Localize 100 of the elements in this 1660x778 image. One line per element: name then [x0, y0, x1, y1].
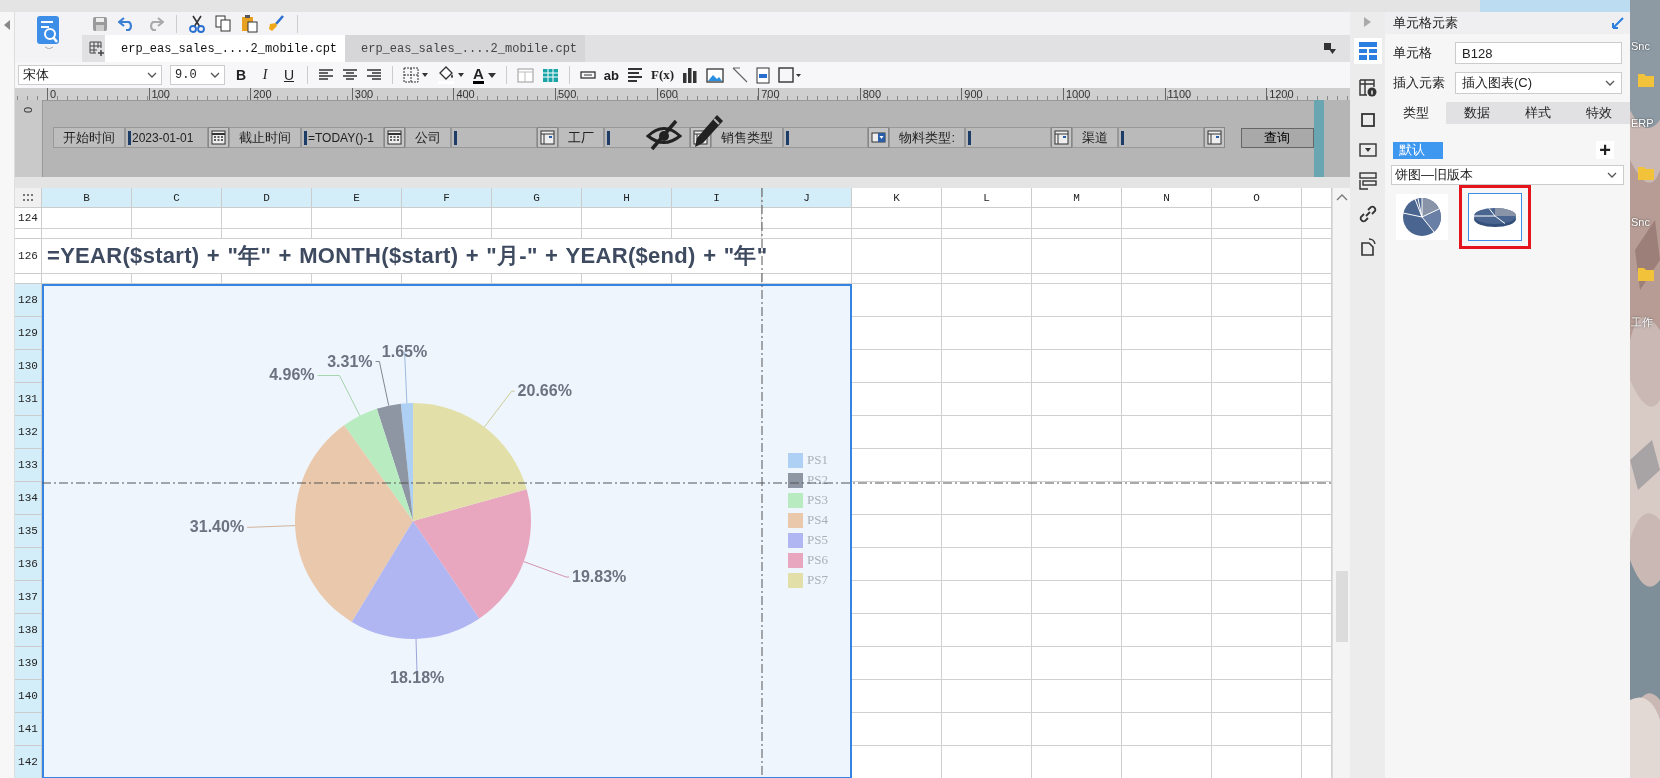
cut-icon[interactable] — [189, 14, 205, 33]
parameter-field[interactable] — [450, 127, 537, 148]
row-header[interactable]: 130 — [15, 350, 42, 383]
table-cell[interactable] — [1212, 383, 1302, 416]
table-cell[interactable] — [582, 229, 672, 239]
form-icon[interactable] — [756, 66, 771, 84]
font-color-button[interactable]: A — [473, 66, 496, 84]
text-tool-button[interactable]: ab — [603, 67, 619, 83]
link-icon[interactable] — [1358, 205, 1377, 223]
table-cell[interactable] — [1212, 680, 1302, 713]
table-cell[interactable] — [1032, 647, 1122, 680]
table-cell[interactable] — [1032, 713, 1122, 746]
table-cell[interactable] — [852, 239, 942, 274]
table-cell[interactable] — [1032, 581, 1122, 614]
table-cell[interactable] — [942, 208, 1032, 229]
table-cell[interactable] — [1122, 416, 1212, 449]
column-header[interactable]: F — [402, 188, 492, 208]
row-header[interactable]: 124 — [15, 208, 42, 229]
table-cell[interactable] — [1212, 548, 1302, 581]
bold-button[interactable]: B — [233, 67, 249, 83]
column-header[interactable]: N — [1122, 188, 1212, 208]
scroll-up-icon[interactable] — [1335, 193, 1348, 201]
table-cell[interactable] — [1122, 515, 1212, 548]
table-cell[interactable] — [942, 416, 1032, 449]
table-cell[interactable] — [222, 229, 312, 239]
table-cell[interactable] — [1212, 208, 1302, 229]
list-form-icon[interactable] — [1358, 172, 1377, 190]
row-header[interactable]: 133 — [15, 449, 42, 482]
select-all-corner[interactable] — [15, 188, 42, 208]
table-cell[interactable] — [1032, 274, 1122, 284]
table-cell[interactable] — [1032, 416, 1122, 449]
table-cell[interactable] — [672, 229, 762, 239]
column-header[interactable]: O — [1212, 188, 1302, 208]
column-header[interactable]: D — [222, 188, 312, 208]
table-cell[interactable] — [942, 284, 1032, 317]
new-sheet-icon[interactable] — [89, 40, 105, 57]
table-cell[interactable] — [1122, 614, 1212, 647]
tab-menu-icon[interactable] — [1324, 43, 1336, 54]
document-tab[interactable]: erp_eas_sales_....2_mobile.cpt — [345, 35, 585, 62]
table-cell[interactable] — [852, 208, 942, 229]
frame-icon[interactable] — [1359, 112, 1376, 128]
table-cell[interactable] — [1122, 647, 1212, 680]
table-cell[interactable] — [1212, 284, 1302, 317]
cell-field[interactable]: B128 — [1455, 42, 1622, 64]
row-header[interactable]: 126 — [15, 239, 42, 274]
align-center-icon[interactable] — [342, 69, 358, 81]
table-cell[interactable] — [1122, 208, 1212, 229]
table-cell[interactable] — [1122, 284, 1212, 317]
table-cell[interactable] — [402, 229, 492, 239]
panel-tab[interactable]: 类型 — [1385, 102, 1447, 124]
column-header[interactable]: H — [582, 188, 672, 208]
cell-info-icon[interactable] — [1358, 79, 1377, 97]
formula-cell[interactable]: =YEAR($start) + "年" + MONTH($start) + "月-" + YEAR($end) + "年" — [42, 239, 852, 274]
table-cell[interactable] — [1032, 350, 1122, 383]
table-cell[interactable] — [1032, 482, 1122, 515]
table-cell[interactable] — [1212, 515, 1302, 548]
calendar-icon[interactable] — [383, 127, 405, 148]
table-cell[interactable] — [42, 208, 132, 229]
fill-color-icon[interactable] — [437, 66, 465, 84]
table-cell[interactable] — [1212, 449, 1302, 482]
parameter-field[interactable] — [1117, 127, 1204, 148]
column-header[interactable]: C — [132, 188, 222, 208]
table-cell[interactable] — [1122, 449, 1212, 482]
table-cell[interactable] — [942, 274, 1032, 284]
formula-button[interactable]: F(x) — [651, 67, 675, 83]
query-button[interactable]: 查询 — [1240, 127, 1314, 148]
table-cell[interactable] — [1212, 350, 1302, 383]
table-cell[interactable] — [1212, 713, 1302, 746]
row-header[interactable]: 137 — [15, 581, 42, 614]
table-cell[interactable] — [222, 208, 312, 229]
table-cell[interactable] — [582, 208, 672, 229]
row-header[interactable]: 138 — [15, 614, 42, 647]
chart-type-option[interactable] — [1468, 193, 1522, 241]
column-header[interactable]: K — [852, 188, 942, 208]
table-cell[interactable] — [1122, 229, 1212, 239]
table-cell[interactable] — [942, 515, 1032, 548]
panel-tab[interactable]: 特效 — [1568, 102, 1630, 124]
table-cell[interactable] — [1122, 581, 1212, 614]
table-cell[interactable] — [1122, 482, 1212, 515]
table-cell[interactable] — [1122, 239, 1212, 274]
table-cell[interactable] — [1032, 680, 1122, 713]
row-header[interactable]: 139 — [15, 647, 42, 680]
column-header[interactable]: E — [312, 188, 402, 208]
column-header[interactable]: J — [762, 188, 852, 208]
column-header[interactable]: M — [1032, 188, 1122, 208]
parameter-field[interactable]: 2023-01-01 — [125, 127, 208, 148]
row-header[interactable]: 141 — [15, 713, 42, 746]
table-cell[interactable] — [312, 208, 402, 229]
copy-icon[interactable] — [215, 15, 231, 32]
table-cell[interactable] — [1122, 317, 1212, 350]
row-header[interactable]: 131 — [15, 383, 42, 416]
row-header[interactable]: 129 — [15, 317, 42, 350]
table-cell[interactable] — [132, 229, 222, 239]
column-header[interactable]: L — [942, 188, 1032, 208]
bar-chart-icon[interactable] — [682, 67, 699, 83]
calendar-icon[interactable] — [207, 127, 229, 148]
table-cell[interactable] — [942, 449, 1032, 482]
insert-element-select[interactable]: 插入图表(C) — [1455, 72, 1622, 94]
parameter-field[interactable]: =TODAY()-1 — [300, 127, 384, 148]
table-cell[interactable] — [1122, 274, 1212, 284]
